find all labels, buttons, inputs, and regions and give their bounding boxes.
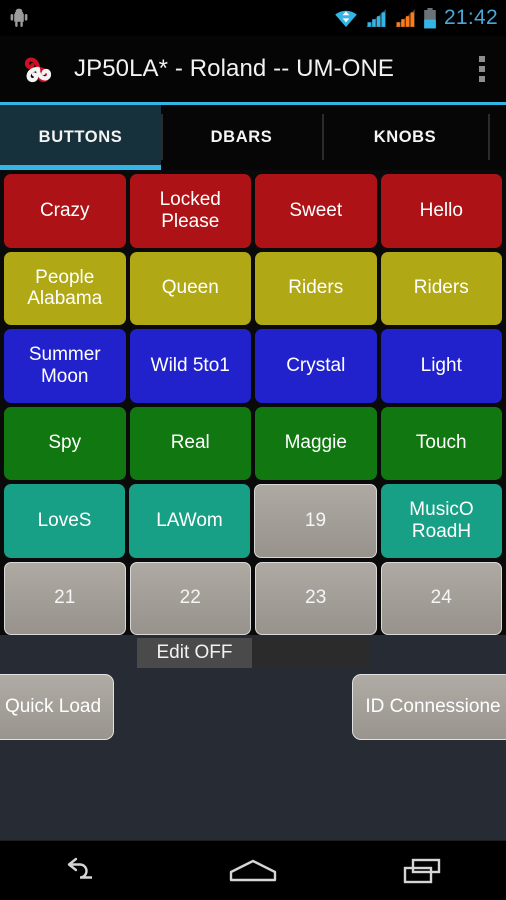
grid-button[interactable]: Hello [380, 174, 502, 248]
grid-row: Spy Real Maggie Touch [2, 405, 504, 483]
grid-button[interactable]: Wild 5to1 [129, 329, 251, 403]
grid-button[interactable]: Locked Please [129, 174, 251, 248]
home-icon[interactable] [169, 841, 338, 900]
grid-button[interactable]: People Alabama [4, 251, 126, 325]
button-grid: Crazy Locked Please Sweet Hello People Alabama… [0, 170, 506, 635]
back-arrow-icon[interactable] [0, 841, 169, 900]
android-robot-icon [10, 8, 28, 28]
grid-button[interactable]: Riders [380, 251, 502, 325]
tab-dbars-label: DBARS [210, 128, 273, 146]
app-logo-pinwheel-icon [18, 49, 58, 89]
grid-button[interactable]: Spy [4, 406, 126, 480]
grid-button[interactable]: Touch [380, 406, 502, 480]
wifi-icon [334, 8, 358, 28]
status-bar-system-icons: 21:42 [334, 6, 498, 30]
grid-button[interactable]: 21 [4, 561, 126, 635]
status-bar-notifications [10, 8, 28, 28]
signal-bars-icon [365, 8, 387, 28]
tab-buttons-label: BUTTONS [38, 128, 123, 146]
title-bar: JP50LA* - Roland -- UM-ONE [0, 36, 506, 102]
id-connessione-button[interactable]: ID Connessione [352, 674, 506, 740]
grid-button[interactable]: 22 [129, 561, 251, 635]
grid-button[interactable]: Crazy [4, 174, 126, 248]
grid-button[interactable]: 23 [255, 561, 377, 635]
grid-row: Crazy Locked Please Sweet Hello [2, 172, 504, 250]
grid-button[interactable]: Light [380, 329, 502, 403]
app-screen: 21:42 JP50LA* - Roland -- UM-ONE BUTTONS [0, 0, 506, 900]
status-bar: 21:42 [0, 0, 506, 36]
edit-toggle-button[interactable]: Edit OFF [137, 638, 252, 668]
grid-row: People Alabama Queen Riders Riders [2, 250, 504, 328]
grid-button[interactable]: Summer Moon [4, 329, 126, 403]
grid-button[interactable]: Riders [255, 251, 377, 325]
tab-next-partial[interactable] [488, 105, 506, 170]
grid-button[interactable]: Queen [129, 251, 251, 325]
overflow-menu-icon[interactable] [468, 46, 496, 92]
signal-bars-orange-icon [394, 8, 416, 28]
tab-bar: BUTTONS DBARS KNOBS [0, 102, 506, 170]
recent-apps-icon[interactable] [337, 841, 506, 900]
tab-knobs-label: KNOBS [373, 128, 437, 146]
android-navigation-bar [0, 840, 506, 900]
tab-buttons[interactable]: BUTTONS [0, 105, 161, 170]
grid-button[interactable]: 19 [254, 484, 377, 558]
page-title: JP50LA* - Roland -- UM-ONE [74, 55, 395, 82]
edit-mode-strip: Edit OFF [137, 638, 370, 668]
grid-button[interactable]: Sweet [255, 174, 377, 248]
quick-load-button[interactable]: Quick Load [0, 674, 114, 740]
grid-button[interactable]: 24 [380, 561, 502, 635]
tab-knobs[interactable]: KNOBS [322, 105, 488, 170]
grid-button[interactable]: Crystal [255, 329, 377, 403]
status-bar-clock: 21:42 [443, 6, 498, 29]
grid-button[interactable]: Maggie [255, 406, 377, 480]
grid-row: 21 22 23 24 [2, 560, 504, 638]
battery-icon [423, 7, 437, 29]
grid-row: Summer Moon Wild 5to1 Crystal Light [2, 327, 504, 405]
grid-row: LoveS LAWom 19 MusicO RoadH [2, 482, 504, 560]
grid-button[interactable]: LoveS [4, 484, 125, 558]
grid-button[interactable]: MusicO RoadH [381, 484, 502, 558]
grid-button[interactable]: Real [129, 406, 251, 480]
tab-dbars[interactable]: DBARS [161, 105, 322, 170]
grid-button[interactable]: LAWom [129, 484, 250, 558]
